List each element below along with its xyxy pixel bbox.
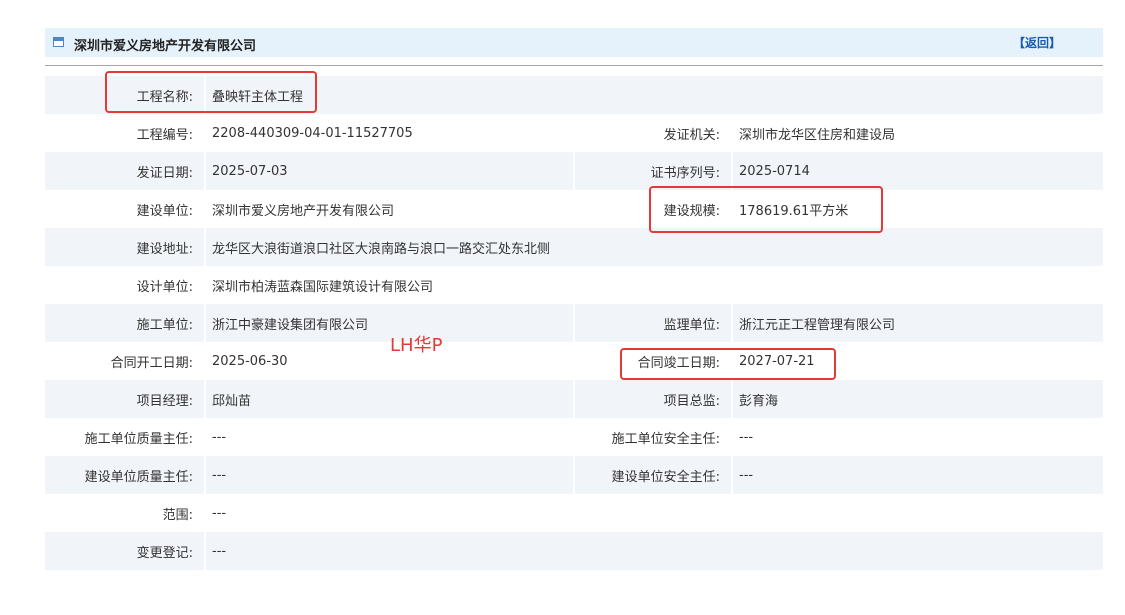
field-value: 2027-07-21 (739, 353, 815, 369)
field-value: --- (205, 418, 575, 456)
back-link[interactable]: 【返回】 (1013, 34, 1061, 51)
field-label: 建设规模: (574, 190, 733, 228)
field-label: 施工单位安全主任: (574, 418, 733, 456)
field-value: 邱灿苗 (205, 380, 575, 418)
field-label: 施工单位质量主任: (45, 418, 206, 456)
table-row: 项目经理: 邱灿苗 项目总监: 彭育海 (45, 380, 1103, 418)
field-label: 施工单位: (45, 304, 206, 342)
field-value: 2208-440309-04-01-11527705 (205, 114, 575, 152)
field-label: 建设单位质量主任: (45, 456, 206, 494)
table-row: 工程编号: 2208-440309-04-01-11527705 发证机关: 深… (45, 114, 1103, 152)
table-row: 施工单位: 浙江中豪建设集团有限公司 监理单位: 浙江元正工程管理有限公司 (45, 304, 1103, 342)
field-value: 178619.61平方米 (739, 203, 849, 219)
field-value: --- (212, 505, 227, 521)
field-label: 证书序列号: (574, 152, 733, 190)
field-value: --- (739, 429, 754, 445)
field-value: 龙华区大浪街道浪口社区大浪南路与浪口一路交汇处东北侧 (205, 228, 1103, 266)
project-info-table: 工程名称: 叠映轩主体工程 工程编号: 2208-440309-04-01-11… (45, 76, 1103, 570)
field-value: --- (205, 456, 575, 494)
field-value: 2025-0714 (732, 152, 1103, 190)
field-value: 彭育海 (732, 380, 1103, 418)
field-label: 建设单位安全主任: (574, 456, 733, 494)
field-label: 合同竣工日期: (574, 342, 733, 380)
watermark-text: LH华P (390, 335, 443, 356)
field-value: 深圳市爱义房地产开发有限公司 (205, 190, 575, 228)
field-label: 发证日期: (45, 152, 206, 190)
table-row: 工程名称: 叠映轩主体工程 (45, 76, 1103, 114)
header-divider (45, 65, 1103, 66)
table-row: 范围: --- (45, 494, 1103, 532)
field-label: 项目经理: (45, 380, 206, 418)
field-label: 监理单位: (574, 304, 733, 342)
table-row: 合同开工日期: 2025-06-30 合同竣工日期: 2027-07-21 (45, 342, 1103, 380)
table-row: 建设单位: 深圳市爱义房地产开发有限公司 建设规模: 178619.61平方米 (45, 190, 1103, 228)
field-label: 工程名称: (45, 76, 206, 114)
field-label: 建设单位: (45, 190, 206, 228)
field-value: --- (205, 532, 1103, 570)
table-row: 施工单位质量主任: --- 施工单位安全主任: --- (45, 418, 1103, 456)
field-value: 深圳市柏涛蓝森国际建筑设计有限公司 (212, 279, 434, 295)
field-label: 工程编号: (45, 114, 206, 152)
table-row: 建设地址: 龙华区大浪街道浪口社区大浪南路与浪口一路交汇处东北侧 (45, 228, 1103, 266)
table-row: 变更登记: --- (45, 532, 1103, 570)
field-value: --- (732, 456, 1103, 494)
field-value: 2025-07-03 (205, 152, 575, 190)
field-label: 项目总监: (574, 380, 733, 418)
page-header: 深圳市爱义房地产开发有限公司 【返回】 (45, 28, 1103, 57)
field-label: 设计单位: (45, 266, 206, 304)
field-value: 叠映轩主体工程 (205, 76, 1103, 114)
field-value: 浙江元正工程管理有限公司 (732, 304, 1103, 342)
field-value: 深圳市龙华区住房和建设局 (739, 127, 896, 143)
table-row: 建设单位质量主任: --- 建设单位安全主任: --- (45, 456, 1103, 494)
page-title: 深圳市爱义房地产开发有限公司 (74, 39, 257, 54)
window-icon (53, 37, 64, 47)
field-label: 合同开工日期: (45, 342, 206, 380)
field-label: 变更登记: (45, 532, 206, 570)
table-row: 发证日期: 2025-07-03 证书序列号: 2025-0714 (45, 152, 1103, 190)
table-row: 设计单位: 深圳市柏涛蓝森国际建筑设计有限公司 (45, 266, 1103, 304)
field-label: 建设地址: (45, 228, 206, 266)
field-label: 范围: (45, 494, 206, 532)
field-label: 发证机关: (574, 114, 733, 152)
